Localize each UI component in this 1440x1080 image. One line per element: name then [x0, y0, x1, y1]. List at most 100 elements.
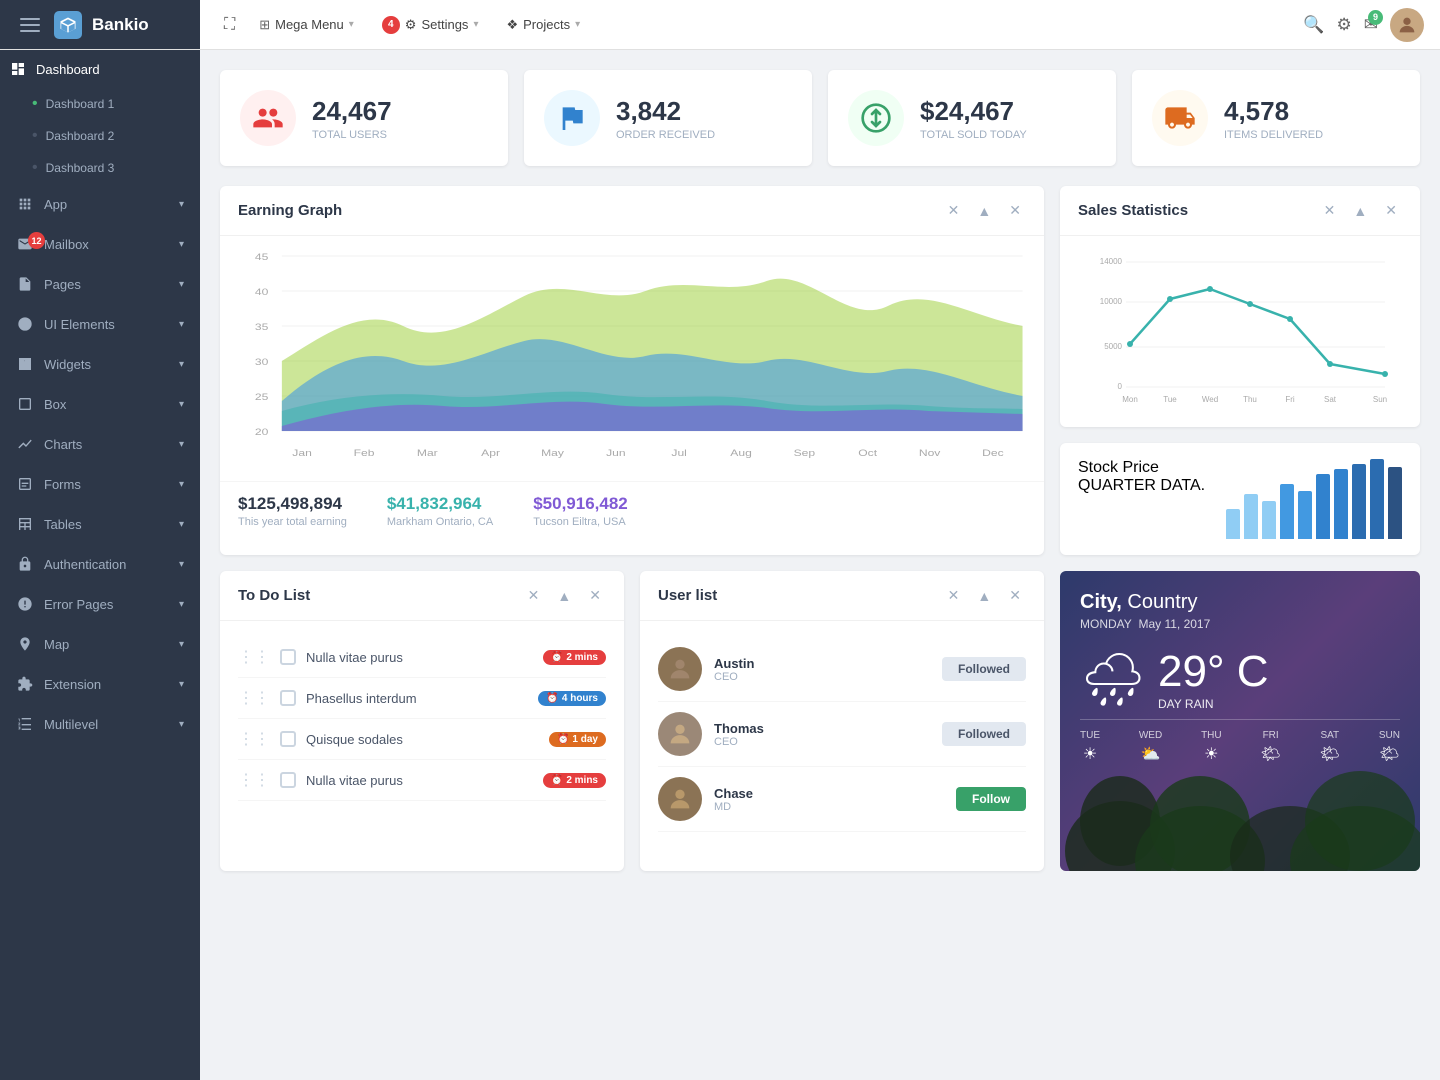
drag-handle-3[interactable]: ⋮⋮: [238, 770, 270, 790]
svg-text:Feb: Feb: [354, 448, 375, 458]
sidebar-item-box[interactable]: Box ▾: [0, 384, 200, 424]
user-item-chase: Chase MD Follow: [658, 767, 1026, 832]
svg-text:Tue: Tue: [1163, 395, 1177, 404]
sidebar-item-multilevel[interactable]: Multilevel ▾: [0, 704, 200, 744]
earning-graph-title: Earning Graph: [238, 202, 935, 219]
todo-item-0: ⋮⋮ Nulla vitae purus ⏰ 2 mins: [238, 637, 606, 678]
earning-graph-collapse[interactable]: ▲: [972, 201, 996, 221]
topnav-menu: ⛶ ⊞ Mega Menu ▾ 4 ⚙ Settings ▾ ❖ Project…: [216, 10, 1287, 40]
stock-subtitle: QUARTER DATA.: [1078, 477, 1205, 495]
drag-handle-2[interactable]: ⋮⋮: [238, 729, 270, 749]
sales-collapse[interactable]: ▲: [1348, 201, 1372, 221]
sidebar-subitem-dashboard2[interactable]: Dashboard 2: [0, 120, 200, 152]
expand-icon[interactable]: ⛶: [216, 12, 243, 38]
earning-tucson-label: Tucson Eiltra, USA: [533, 516, 628, 528]
stock-bar-7: [1334, 469, 1348, 539]
topnav: Bankio ⛶ ⊞ Mega Menu ▾ 4 ⚙ Settings ▾ ❖ …: [0, 0, 1440, 50]
stock-title: Stock Price: [1078, 459, 1205, 477]
sales-stats-card: Sales Statistics ✕ ▲ ✕ 14000 10000 5000: [1060, 186, 1420, 427]
svg-text:Mar: Mar: [417, 448, 438, 458]
stock-bar-3: [1262, 501, 1276, 539]
sales-stats-header: Sales Statistics ✕ ▲ ✕: [1060, 186, 1420, 236]
sidebar-item-forms[interactable]: Forms ▾: [0, 464, 200, 504]
sidebar-subitem-dashboard3[interactable]: Dashboard 3: [0, 152, 200, 184]
chase-name: Chase: [714, 786, 753, 801]
userlist-close[interactable]: ✕: [1004, 585, 1026, 606]
drag-handle-0[interactable]: ⋮⋮: [238, 647, 270, 667]
user-list-card: User list ✕ ▲ ✕ Austin CEO: [640, 571, 1044, 871]
todo-badge-3: ⏰ 2 mins: [543, 773, 606, 788]
userlist-collapse[interactable]: ▲: [972, 586, 996, 606]
stat-label-sold: TOTAL SOLD TODAY: [920, 129, 1027, 141]
earning-graph-expand[interactable]: ✕: [943, 200, 965, 221]
todo-close[interactable]: ✕: [584, 585, 606, 606]
stat-card-orders: 3,842 ORDER RECEIVED: [524, 70, 812, 166]
notifications-icon[interactable]: ✉ 9: [1364, 15, 1378, 35]
sidebar-item-widgets[interactable]: Widgets ▾: [0, 344, 200, 384]
thomas-follow-button[interactable]: Followed: [942, 722, 1026, 746]
settings-badge: 4: [382, 16, 400, 34]
austin-avatar: [658, 647, 702, 691]
user-item-thomas: Thomas CEO Followed: [658, 702, 1026, 767]
sidebar: Dashboard Dashboard 1 Dashboard 2 Dashbo…: [0, 50, 200, 1080]
sidebar-item-tables[interactable]: Tables ▾: [0, 504, 200, 544]
settings-button[interactable]: 4 ⚙ Settings ▾: [370, 10, 491, 40]
hamburger-menu[interactable]: [16, 14, 44, 36]
row-charts: Earning Graph ✕ ▲ ✕ 45: [220, 186, 1420, 555]
svg-text:Sat: Sat: [1324, 395, 1337, 404]
svg-text:25: 25: [255, 392, 269, 402]
svg-text:40: 40: [255, 287, 269, 297]
svg-text:5000: 5000: [1104, 342, 1122, 351]
thomas-name: Thomas: [714, 721, 764, 736]
stat-label-orders: ORDER RECEIVED: [616, 129, 715, 141]
sidebar-item-pages[interactable]: Pages ▾: [0, 264, 200, 304]
sales-close[interactable]: ✕: [1380, 200, 1402, 221]
todo-checkbox-1[interactable]: [280, 690, 296, 706]
sidebar-item-authentication[interactable]: Authentication ▾: [0, 544, 200, 584]
svg-text:Apr: Apr: [481, 448, 500, 458]
todo-title: To Do List: [238, 587, 515, 604]
austin-follow-button[interactable]: Followed: [942, 657, 1026, 681]
mega-menu-button[interactable]: ⊞ Mega Menu ▾: [247, 11, 366, 39]
notif-badge: 9: [1368, 10, 1383, 25]
todo-collapse[interactable]: ▲: [552, 586, 576, 606]
sales-expand[interactable]: ✕: [1319, 200, 1341, 221]
todo-checkbox-2[interactable]: [280, 731, 296, 747]
weather-forecast: TUE ☀ WED ⛅ THU ☀ FRI 🌤: [1080, 719, 1400, 764]
sidebar-item-charts[interactable]: Charts ▾: [0, 424, 200, 464]
todo-checkbox-3[interactable]: [280, 772, 296, 788]
row-bottom: To Do List ✕ ▲ ✕ ⋮⋮ Nulla vitae purus ⏰ …: [220, 571, 1420, 871]
stock-bar-10: [1388, 467, 1402, 539]
todo-label-0: Nulla vitae purus: [306, 650, 533, 665]
sidebar-subitem-dashboard1[interactable]: Dashboard 1: [0, 88, 200, 120]
sidebar-item-ui-elements[interactable]: UI Elements ▾: [0, 304, 200, 344]
sidebar-item-extension[interactable]: Extension ▾: [0, 664, 200, 704]
sidebar-item-dashboard[interactable]: Dashboard: [0, 50, 200, 88]
svg-text:20: 20: [255, 427, 269, 437]
sidebar-item-mailbox[interactable]: 12 Mailbox ▾: [0, 224, 200, 264]
earning-graph-card: Earning Graph ✕ ▲ ✕ 45: [220, 186, 1044, 555]
todo-checkbox-0[interactable]: [280, 649, 296, 665]
todo-card: To Do List ✕ ▲ ✕ ⋮⋮ Nulla vitae purus ⏰ …: [220, 571, 624, 871]
topnav-right: 🔍 ⚙ ✉ 9: [1303, 8, 1424, 42]
settings-icon[interactable]: ⚙: [1337, 15, 1352, 35]
todo-expand[interactable]: ✕: [523, 585, 545, 606]
chase-follow-button[interactable]: Follow: [956, 787, 1026, 811]
earning-graph-close[interactable]: ✕: [1004, 200, 1026, 221]
weather-day-sat: SAT 🌤: [1320, 730, 1340, 764]
stock-bar-9: [1370, 459, 1384, 539]
svg-text:Sep: Sep: [794, 448, 816, 458]
todo-item-3: ⋮⋮ Nulla vitae purus ⏰ 2 mins: [238, 760, 606, 801]
projects-button[interactable]: ❖ Projects ▾: [494, 11, 592, 39]
austin-name: Austin: [714, 656, 754, 671]
sidebar-item-error-pages[interactable]: Error Pages ▾: [0, 584, 200, 624]
user-avatar[interactable]: [1390, 8, 1424, 42]
drag-handle-1[interactable]: ⋮⋮: [238, 688, 270, 708]
todo-header: To Do List ✕ ▲ ✕: [220, 571, 624, 621]
sidebar-item-app[interactable]: App ▾: [0, 184, 200, 224]
weather-day-sun: SUN 🌤: [1379, 730, 1400, 764]
search-icon[interactable]: 🔍: [1303, 15, 1324, 35]
userlist-expand[interactable]: ✕: [943, 585, 965, 606]
todo-badge-1: ⏰ 4 hours: [538, 691, 606, 706]
sidebar-item-map[interactable]: Map ▾: [0, 624, 200, 664]
